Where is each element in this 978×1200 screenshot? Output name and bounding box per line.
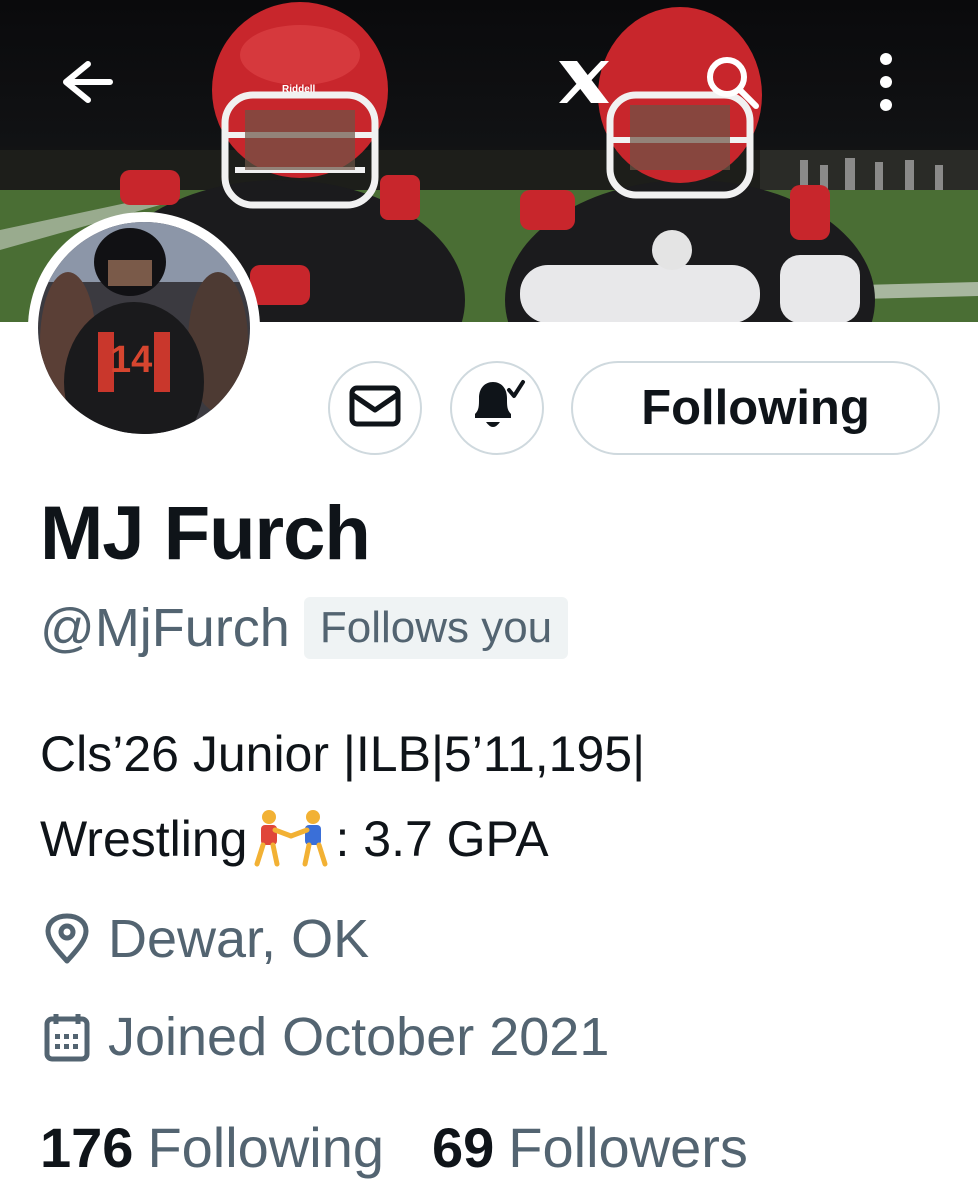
- following-count: 176: [40, 1116, 134, 1179]
- notifications-button[interactable]: [450, 361, 544, 455]
- bell-check-icon: [467, 378, 527, 439]
- more-vertical-icon: [878, 53, 894, 111]
- mail-icon: [348, 384, 402, 433]
- calendar-icon: [44, 1012, 90, 1062]
- message-button[interactable]: [328, 361, 422, 455]
- followers-count: 69: [432, 1116, 495, 1179]
- profile-location: Dewar, OK: [108, 909, 370, 969]
- avatar-photo: 14: [38, 222, 250, 434]
- follows-you-badge: Follows you: [303, 597, 569, 659]
- location-pin-icon: [44, 913, 90, 965]
- bio-line-2: Wrestling : 3.7 GPA: [40, 797, 940, 894]
- back-button[interactable]: [44, 44, 128, 120]
- followers-stat-link[interactable]: 69 Followers: [432, 1115, 748, 1180]
- following-label: Following: [147, 1116, 384, 1179]
- wrestlers-emoji-icon: [247, 808, 335, 894]
- follow-stats: 176 Following 69 Followers: [40, 1115, 796, 1180]
- profile-handle: @MjFurch: [40, 598, 290, 658]
- handle-row: @MjFurch Follows you: [40, 597, 569, 659]
- following-button[interactable]: Following: [571, 361, 940, 455]
- bio-line-1: Cls’26 Junior |ILB|5’11,195|: [40, 726, 646, 782]
- more-options-button[interactable]: [856, 44, 916, 120]
- search-button[interactable]: [692, 44, 772, 120]
- x-logo-button[interactable]: [548, 44, 620, 120]
- search-icon: [704, 54, 760, 110]
- profile-name: MJ Furch: [40, 491, 371, 576]
- avatar[interactable]: 14: [28, 212, 260, 444]
- joined-row: Joined October 2021: [44, 1006, 609, 1068]
- bio-line-2-end: : 3.7 GPA: [335, 811, 549, 867]
- arrow-left-icon: [58, 58, 114, 106]
- svg-text:Riddell: Riddell: [282, 84, 316, 95]
- profile-bio: Cls’26 Junior |ILB|5’11,195| Wrestling :…: [40, 712, 940, 894]
- profile-joined-date: Joined October 2021: [108, 1007, 610, 1067]
- location-row: Dewar, OK: [44, 908, 369, 970]
- bio-line-2-start: Wrestling: [40, 811, 248, 867]
- following-stat-link[interactable]: 176 Following: [40, 1115, 384, 1180]
- followers-label: Followers: [508, 1116, 748, 1179]
- x-logo-icon: [555, 57, 613, 107]
- svg-text:14: 14: [110, 339, 152, 381]
